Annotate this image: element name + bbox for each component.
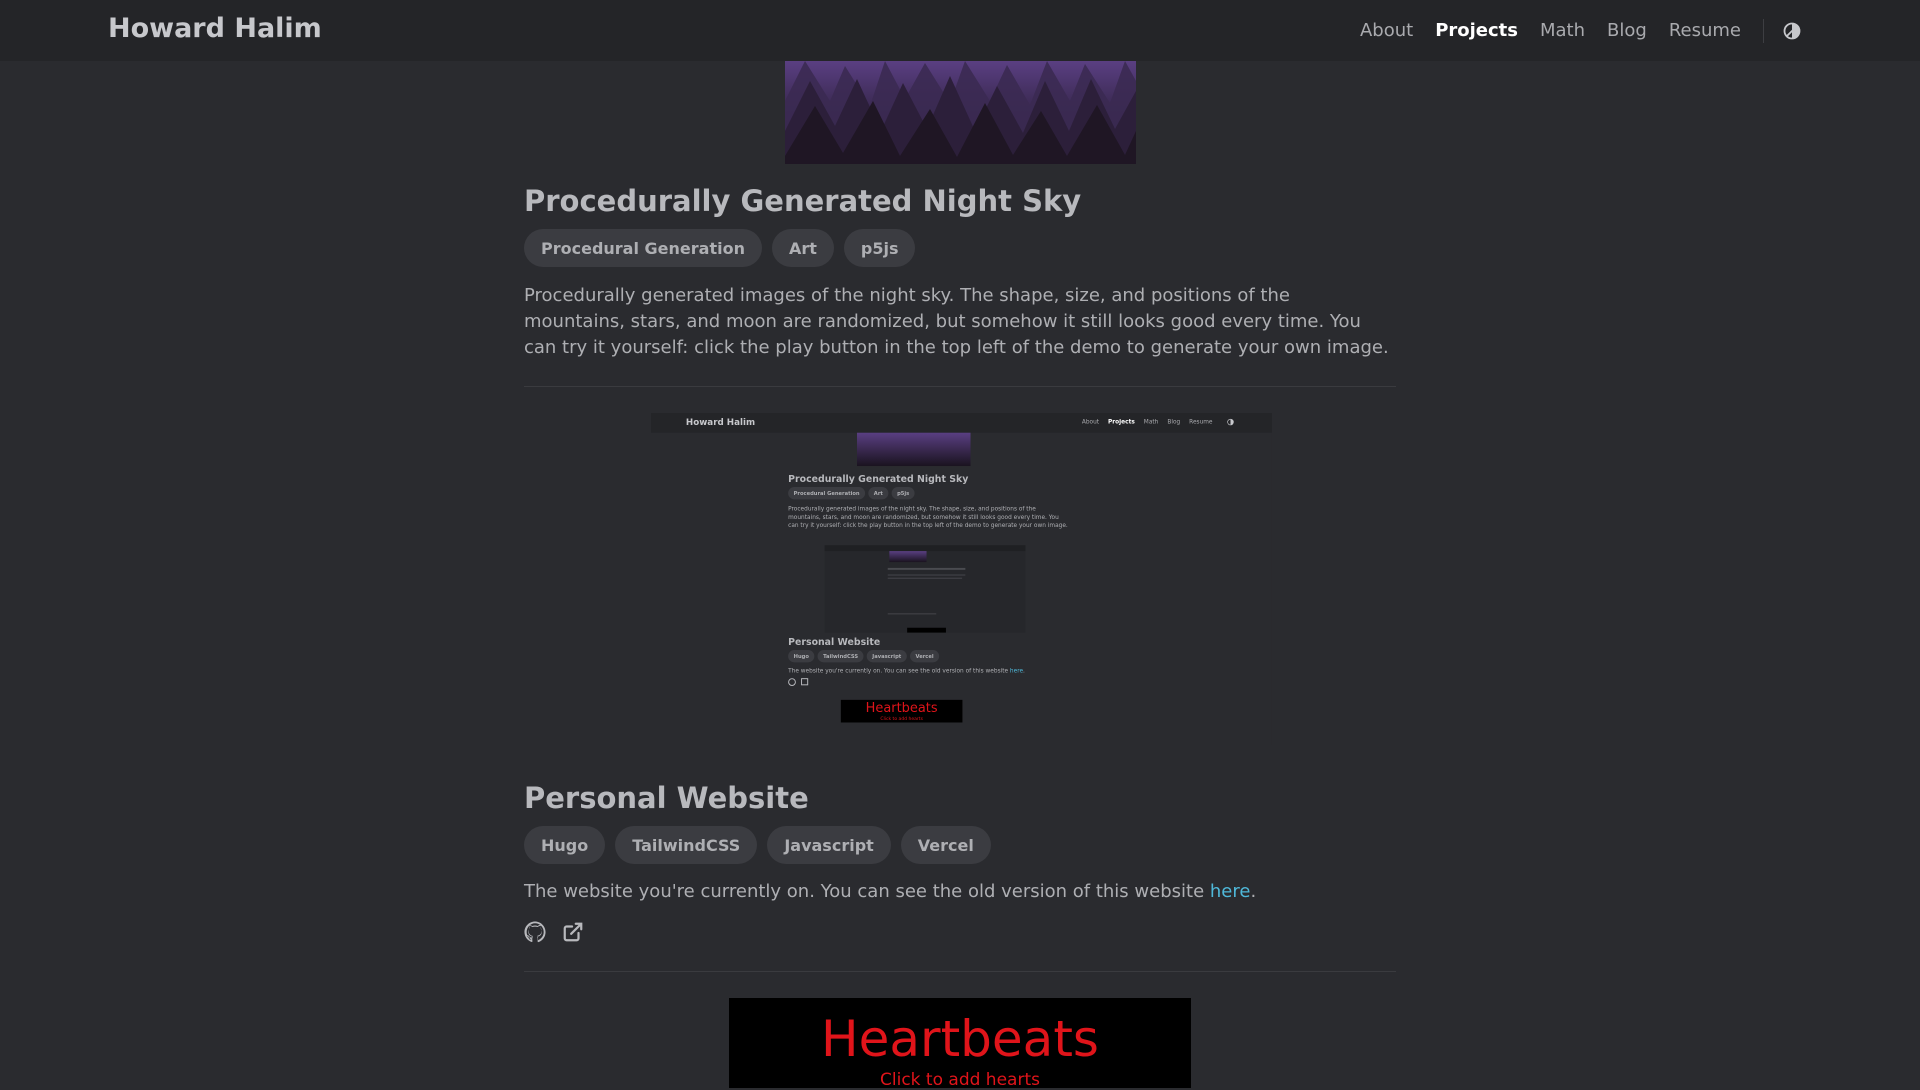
preview-desc-prefix: The website you're currently on. You can…	[788, 667, 1010, 675]
external-link[interactable]	[562, 921, 584, 943]
preview-title-1: Procedurally Generated Night Sky	[788, 473, 969, 485]
preview-nested-sky	[889, 551, 927, 563]
preview-nav-resume: Resume	[1189, 418, 1213, 426]
preview-nested-heartbeats	[907, 627, 946, 633]
navbar: Howard Halim About Projects Math Blog Re…	[0, 0, 1920, 61]
nav-links: About Projects Math Blog Resume	[1338, 0, 1802, 61]
project-night-sky: Procedurally Generated Night Sky	[524, 184, 1081, 218]
preview-tag: p5js	[891, 487, 915, 500]
preview-nested-line	[887, 574, 966, 576]
preview-theme-icon	[1227, 418, 1234, 426]
half-circle-icon	[1783, 22, 1801, 39]
project-description: Procedurally generated images of the nig…	[524, 285, 1389, 358]
project-title[interactable]: Procedurally Generated Night Sky	[524, 184, 1081, 218]
preview-icons	[788, 678, 809, 686]
project-title[interactable]: Personal Website	[524, 781, 809, 815]
external-link-icon	[563, 922, 583, 942]
tag-hugo[interactable]: Hugo	[524, 826, 606, 864]
project-description: The website you're currently on. You can…	[524, 879, 1396, 905]
preview-brand: Howard Halim	[685, 417, 756, 428]
preview-github-icon	[788, 678, 796, 686]
tag-tailwindcss[interactable]: TailwindCSS	[615, 826, 758, 864]
preview-nav-links: About Projects Math Blog Resume	[1075, 418, 1234, 426]
preview-nav-about: About	[1081, 418, 1100, 426]
preview-tags-1: Procedural Generation Art p5js	[788, 487, 915, 500]
tag-p5js[interactable]: p5js	[843, 229, 916, 267]
preview-nav-blog: Blog	[1167, 418, 1181, 426]
preview-tag: TailwindCSS	[817, 650, 864, 663]
preview-tag: Hugo	[788, 650, 815, 663]
preview-heartbeats-title: Heartbeats	[865, 700, 938, 716]
nav-resume[interactable]: Resume	[1669, 20, 1741, 41]
night-sky-image	[785, 61, 1136, 164]
nav-projects[interactable]: Projects	[1435, 20, 1518, 41]
preview-heartbeats: Heartbeats Click to add hearts	[840, 699, 963, 723]
heartbeats-subtitle: Click to add hearts	[880, 1070, 1040, 1090]
preview-tag: Procedural Generation	[788, 487, 866, 500]
project-links	[524, 921, 584, 943]
project-tags: Procedural Generation Art p5js	[524, 229, 916, 267]
heartbeats-demo[interactable]: Heartbeats Click to add hearts	[729, 998, 1191, 1090]
preview-navbar: Howard Halim About Projects Math Blog Re…	[651, 413, 1272, 433]
description-text: The website you're currently on. You can…	[524, 881, 1210, 902]
preview-desc-2: The website you're currently on. You can…	[788, 667, 1025, 675]
project-personal-website: Personal Website	[524, 781, 809, 815]
preview-night-sky	[857, 432, 971, 467]
tag-procedural-generation[interactable]: Procedural Generation	[524, 229, 762, 267]
preview-nav-math: Math	[1143, 418, 1159, 426]
preview-nested-preview	[824, 545, 1026, 633]
preview-tags-2: Hugo TailwindCSS Javascript Vercel	[788, 650, 940, 663]
project-tags: Hugo TailwindCSS Javascript Vercel	[524, 826, 991, 864]
preview-desc-1: Procedurally generated images of the nig…	[788, 505, 1068, 529]
preview-nested-line	[887, 567, 966, 570]
preview-tag: Art	[868, 487, 889, 500]
theme-toggle-button[interactable]	[1782, 21, 1802, 41]
heartbeats-title: Heartbeats	[821, 1010, 1099, 1068]
preview-tag: Vercel	[909, 650, 940, 663]
preview-nested-line	[887, 613, 937, 615]
personal-website-preview[interactable]: Howard Halim About Projects Math Blog Re…	[651, 413, 1272, 745]
preview-heartbeats-subtitle: Click to add hearts	[880, 716, 923, 722]
site-brand[interactable]: Howard Halim	[108, 13, 322, 44]
description-suffix: .	[1250, 881, 1257, 902]
divider	[524, 971, 1396, 972]
nav-separator	[1763, 18, 1764, 43]
nav-math[interactable]: Math	[1540, 20, 1585, 41]
night-sky-demo[interactable]	[785, 61, 1136, 164]
preview-nav-projects: Projects	[1108, 418, 1135, 426]
preview-desc-suffix: .	[1023, 667, 1025, 675]
preview-nested-line	[887, 577, 963, 579]
preview-link: here	[1009, 667, 1024, 675]
preview-external-link-icon	[801, 678, 809, 686]
github-icon	[524, 921, 546, 943]
github-link[interactable]	[524, 921, 546, 943]
tag-vercel[interactable]: Vercel	[900, 826, 991, 864]
tag-javascript[interactable]: Javascript	[767, 826, 891, 864]
divider	[524, 386, 1396, 387]
nav-blog[interactable]: Blog	[1607, 20, 1647, 41]
tag-art[interactable]: Art	[771, 229, 834, 267]
preview-page: Howard Halim About Projects Math Blog Re…	[651, 413, 1272, 745]
nav-about[interactable]: About	[1360, 20, 1413, 41]
preview-tag: Javascript	[866, 650, 907, 663]
old-website-link[interactable]: here	[1210, 881, 1251, 902]
preview-title-2: Personal Website	[788, 636, 881, 648]
